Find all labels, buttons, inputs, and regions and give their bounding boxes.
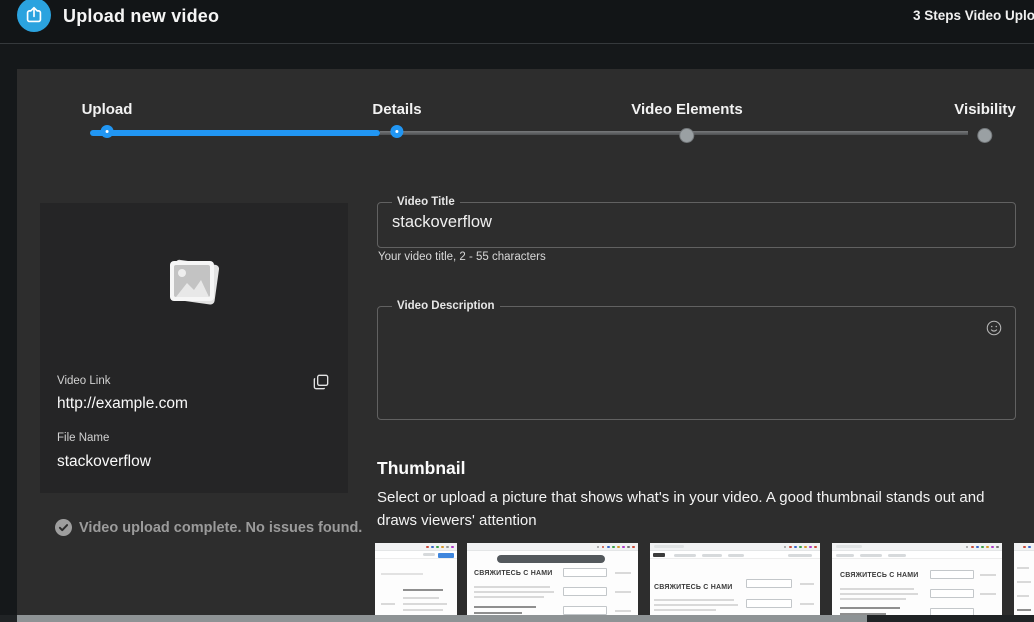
video-link-value: http://example.com — [57, 395, 188, 413]
browser-bar — [375, 543, 457, 551]
step-details[interactable]: Details — [372, 101, 421, 138]
video-description-textarea[interactable] — [390, 312, 970, 400]
video-title-field: Video Title — [377, 196, 1016, 248]
browser-bar — [650, 543, 820, 551]
cookie-banner — [497, 555, 605, 563]
frame-heading: свяжитесь с нами — [840, 572, 918, 579]
video-info-card: Video Link http://example.com File Name … — [40, 203, 348, 493]
video-description-field: Video Description — [377, 300, 1016, 420]
horizontal-scrollbar-thumb[interactable] — [17, 615, 867, 622]
page-toolbar — [375, 551, 457, 559]
thumbnail-section-heading: Thumbnail — [377, 458, 465, 479]
upload-status: Video upload complete. No issues found. — [55, 519, 362, 536]
emoji-icon — [985, 319, 1003, 337]
upload-new-video-screen: Upload new video 3 Steps Video Upload Up… — [0, 0, 1034, 622]
step-dot-inactive[interactable] — [977, 128, 992, 143]
thumbnail-option-2[interactable]: свяжитесь с нами — [467, 543, 638, 622]
copy-icon — [311, 372, 331, 392]
frame-heading: свяжитесь с нами — [474, 570, 552, 577]
step-label: Visibility — [954, 101, 1015, 118]
site-navbar — [650, 551, 820, 559]
thumbnail-option-3[interactable]: свяжитесь с нами — [650, 543, 820, 622]
upload-status-text: Video upload complete. No issues found. — [79, 520, 362, 536]
emoji-picker-button[interactable] — [983, 318, 1005, 340]
file-name-value: stackoverflow — [57, 453, 151, 471]
file-name-label: File Name — [57, 432, 109, 444]
copy-link-button[interactable] — [308, 369, 334, 395]
step-dot-active[interactable] — [101, 125, 114, 138]
step-dot-active[interactable] — [390, 125, 403, 138]
thumbnail-section-description: Select or upload a picture that shows wh… — [377, 486, 1025, 532]
browser-bar — [467, 543, 638, 551]
horizontal-scrollbar-track[interactable] — [0, 615, 1034, 622]
step-label: Video Elements — [631, 101, 742, 118]
thumbnail-option-4[interactable]: свяжитесь с нами — [832, 543, 1002, 622]
thumbnail-option-1[interactable] — [375, 543, 457, 622]
site-navbar — [832, 551, 1002, 559]
image-placeholder-icon — [165, 255, 223, 314]
step-label: Details — [372, 101, 421, 118]
video-link-label: Video Link — [57, 375, 111, 387]
video-title-input[interactable] — [390, 208, 1003, 232]
header-divider — [0, 43, 1034, 44]
upload-logo-icon — [17, 0, 51, 32]
browser-bar — [1014, 543, 1034, 551]
step-upload[interactable]: Upload — [82, 101, 133, 138]
stepper-progress-line — [90, 130, 380, 136]
step-visibility[interactable]: Visibility — [954, 101, 1015, 143]
step-label: Upload — [82, 101, 133, 118]
check-circle-icon — [55, 519, 72, 536]
thumbnail-option-5[interactable] — [1014, 543, 1034, 622]
video-description-label: Video Description — [392, 300, 500, 312]
video-title-label: Video Title — [392, 196, 460, 208]
frame-heading: свяжитесь с нами — [654, 584, 732, 591]
step-video-elements[interactable]: Video Elements — [631, 101, 742, 143]
step-dot-inactive[interactable] — [680, 128, 695, 143]
steps-counter-text: 3 Steps Video Upload — [913, 8, 1034, 23]
page-title: Upload new video — [63, 6, 219, 27]
video-title-helper: Your video title, 2 - 55 characters — [378, 251, 546, 263]
browser-bar — [832, 543, 1002, 551]
top-bar: Upload new video 3 Steps Video Upload — [0, 0, 1034, 43]
